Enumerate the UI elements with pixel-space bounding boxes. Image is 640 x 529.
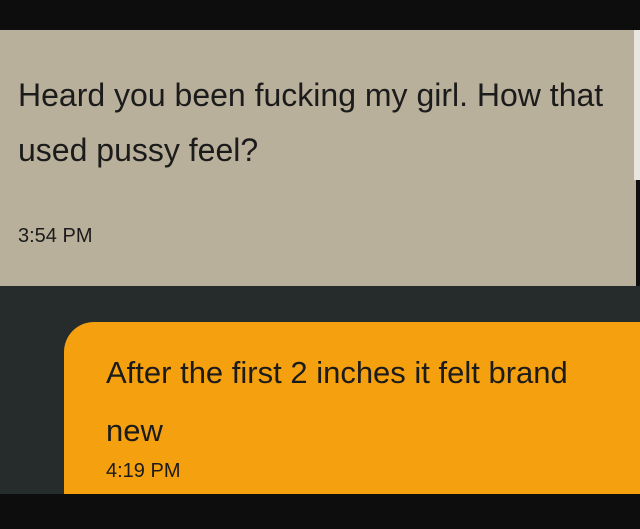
chat-screen: Heard you been fucking my girl. How that…	[0, 0, 640, 529]
bottom-black-bar	[0, 494, 640, 529]
outgoing-message-bubble[interactable]: After the first 2 inches it felt brand n…	[64, 322, 640, 494]
incoming-message-text: Heard you been fucking my girl. How that…	[18, 77, 604, 168]
outgoing-message-time: 4:19 PM	[106, 460, 181, 482]
incoming-message-time: 3:54 PM	[18, 225, 93, 247]
scrollbar-edge	[634, 30, 640, 180]
top-black-bar	[0, 0, 640, 30]
incoming-message-bubble[interactable]: Heard you been fucking my girl. How that…	[0, 30, 636, 286]
outgoing-message-text: After the first 2 inches it felt brand n…	[106, 355, 568, 448]
